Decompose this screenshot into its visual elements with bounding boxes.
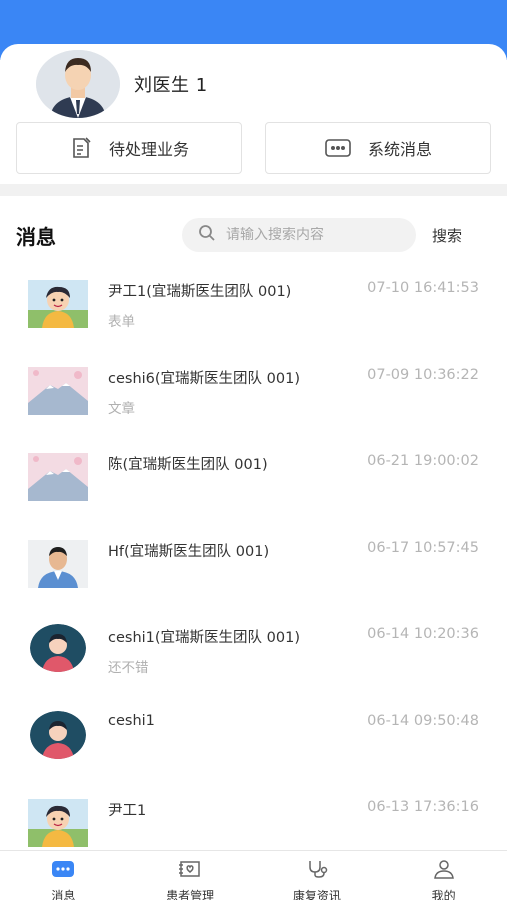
tab-messages[interactable]: 消息 bbox=[0, 851, 127, 900]
message-time: 06-21 19:00:02 bbox=[367, 453, 479, 469]
tab-patient-management[interactable]: 患者管理 bbox=[127, 851, 254, 900]
message-preview: 文章 bbox=[108, 400, 135, 417]
pending-tasks-label: 待处理业务 bbox=[108, 140, 189, 159]
section-divider bbox=[0, 184, 507, 196]
system-messages-label: 系统消息 bbox=[367, 140, 432, 159]
mountain-thumbnail bbox=[28, 366, 88, 415]
message-time: 07-09 10:36:22 bbox=[367, 366, 479, 383]
message-dots-icon bbox=[324, 137, 352, 159]
system-messages-button[interactable]: 系统消息 bbox=[265, 122, 491, 174]
message-time: 07-10 16:41:53 bbox=[367, 280, 479, 296]
message-time: 06-13 17:36:16 bbox=[367, 799, 479, 815]
message-sender: ceshi1(宜瑞斯医生团队 001) bbox=[108, 630, 300, 646]
message-preview: 还不错 bbox=[108, 660, 149, 676]
document-edit-icon bbox=[69, 136, 93, 160]
message-sender: ceshi1 bbox=[108, 712, 155, 729]
stethoscope-icon bbox=[304, 859, 330, 883]
message-sender: Hf(宜瑞斯医生团队 001) bbox=[108, 543, 270, 560]
tab-label: 康复资讯 bbox=[292, 889, 341, 900]
message-item[interactable]: 陈(宜瑞斯医生团队 001) 06-21 19:00:02 bbox=[0, 439, 507, 526]
messages-header: 消息 搜索 bbox=[16, 218, 491, 252]
quick-actions: 待处理业务 系统消息 bbox=[16, 122, 491, 174]
profile-header: 刘医生 1 bbox=[36, 50, 208, 118]
cartoon-boy-thumbnail bbox=[28, 799, 88, 847]
message-sender: 陈(宜瑞斯医生团队 001) bbox=[108, 457, 268, 473]
message-time: 06-14 09:50:48 bbox=[367, 712, 479, 729]
message-item[interactable]: Hf(宜瑞斯医生团队 001) 06-17 10:57:45 bbox=[0, 526, 507, 613]
message-item[interactable]: ceshi6(宜瑞斯医生团队 001) 07-09 10:36:22 文章 bbox=[0, 353, 507, 440]
message-item[interactable]: ceshi1(宜瑞斯医生团队 001) 06-14 10:20:36 还不错 bbox=[0, 612, 507, 699]
tab-me[interactable]: 我的 bbox=[380, 851, 507, 900]
default-avatar-thumbnail bbox=[30, 624, 86, 672]
cartoon-boy-thumbnail bbox=[28, 280, 88, 328]
tab-label: 我的 bbox=[431, 889, 456, 900]
doctor-name: 刘医生 1 bbox=[134, 75, 208, 96]
bottom-tab-bar: 消息 患者管理 康复资讯 我的 bbox=[0, 850, 507, 900]
tab-label: 消息 bbox=[51, 889, 76, 900]
message-time: 06-17 10:57:45 bbox=[367, 539, 479, 556]
message-time: 06-14 10:20:36 bbox=[367, 626, 479, 642]
message-list: 尹工1(宜瑞斯医生团队 001) 07-10 16:41:53 表单 ceshi… bbox=[0, 266, 507, 872]
chat-icon bbox=[50, 859, 76, 883]
messages-title: 消息 bbox=[16, 224, 56, 249]
message-preview: 表单 bbox=[108, 314, 135, 330]
tab-rehab-news[interactable]: 康复资讯 bbox=[254, 851, 381, 900]
search-button[interactable]: 搜索 bbox=[432, 225, 462, 246]
search-input[interactable] bbox=[226, 227, 396, 243]
message-sender: 尹工1 bbox=[108, 803, 147, 819]
doctor-avatar[interactable] bbox=[36, 50, 120, 118]
default-avatar-thumbnail bbox=[30, 710, 86, 759]
search-box[interactable] bbox=[182, 218, 416, 252]
man-photo-thumbnail bbox=[28, 539, 88, 588]
pending-tasks-button[interactable]: 待处理业务 bbox=[16, 122, 242, 174]
mountain-thumbnail bbox=[28, 453, 88, 501]
person-icon bbox=[431, 859, 457, 883]
message-sender: 尹工1(宜瑞斯医生团队 001) bbox=[108, 284, 292, 300]
message-item[interactable]: ceshi1 06-14 09:50:48 bbox=[0, 699, 507, 786]
patient-card-icon bbox=[177, 859, 203, 883]
message-sender: ceshi6(宜瑞斯医生团队 001) bbox=[108, 370, 300, 387]
tab-label: 患者管理 bbox=[166, 889, 215, 900]
message-item[interactable]: 尹工1(宜瑞斯医生团队 001) 07-10 16:41:53 表单 bbox=[0, 266, 507, 353]
search-icon bbox=[198, 224, 216, 246]
